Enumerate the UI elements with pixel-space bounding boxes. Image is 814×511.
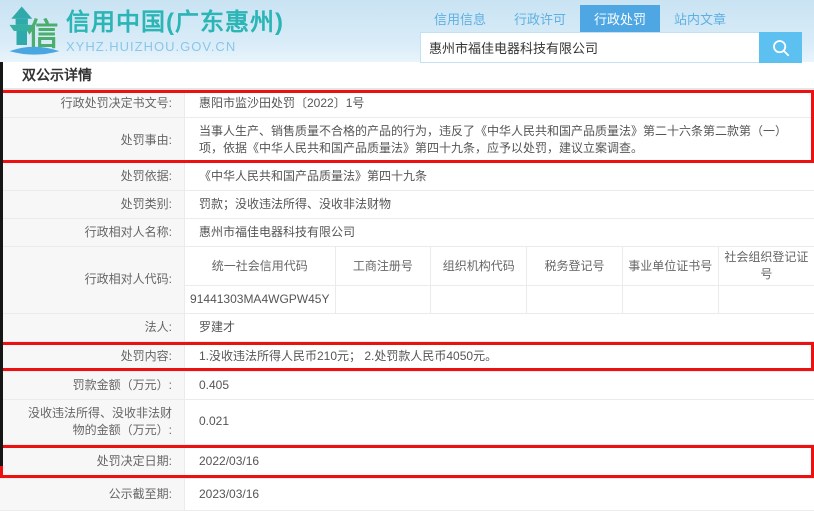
nav-tabs: 信用信息 行政许可 行政处罚 站内文章 bbox=[420, 4, 802, 32]
row-value: 《中华人民共和国产品质量法》第四十九条 bbox=[199, 169, 428, 183]
table-row: 法人: 罗建才 bbox=[0, 313, 814, 342]
site-logo-icon: 信 bbox=[9, 6, 60, 55]
site-url: XYHZ.HUIZHOU.GOV.CN bbox=[66, 39, 237, 54]
code-col-header: 税务登记号 bbox=[526, 247, 623, 286]
code-cell bbox=[430, 285, 527, 313]
page-title: 双公示详情 bbox=[22, 67, 92, 83]
table-row: 处罚依据: 《中华人民共和国产品质量法》第四十九条 bbox=[0, 163, 814, 191]
row-label: 公示截至期: bbox=[0, 478, 185, 510]
brand-text: 信用中国(广东惠州) XYHZ.HUIZHOU.GOV.CN bbox=[66, 8, 284, 54]
code-cell bbox=[526, 285, 623, 313]
table-row: 没收违法所得、没收非法财物的金额（万元）: 0.021 bbox=[0, 399, 814, 445]
entity-code-table: 统一社会信用代码 工商注册号 组织机构代码 税务登记号 事业单位证书号 社会组织… bbox=[185, 247, 814, 313]
row-value: 罚款；没收违法所得、没收非法财物 bbox=[199, 197, 392, 211]
code-col-header: 事业单位证书号 bbox=[621, 247, 719, 286]
row-value: 0.021 bbox=[199, 414, 230, 428]
code-cell bbox=[334, 285, 431, 313]
table-row: 处罚类别: 罚款；没收违法所得、没收非法财物 bbox=[0, 191, 814, 219]
table-row: 行政处罚决定书文号: 惠阳市监沙田处罚〔2022〕1号 bbox=[0, 90, 814, 118]
row-value: 2023/03/16 bbox=[199, 486, 260, 501]
tab-site-articles[interactable]: 站内文章 bbox=[660, 5, 740, 32]
row-label: 处罚类别: bbox=[0, 191, 185, 218]
search-input[interactable] bbox=[420, 32, 759, 63]
annotation-box-penalty-content: 处罚内容: 1.没收违法所得人民币210元； 2.处罚款人民币4050元。 bbox=[0, 341, 814, 372]
code-col-header: 工商注册号 bbox=[334, 247, 431, 286]
tab-admin-penalty[interactable]: 行政处罚 bbox=[580, 4, 661, 32]
table-row: 行政相对人名称: 惠州市福佳电器科技有限公司 bbox=[0, 219, 814, 247]
row-value: 1.没收违法所得人民币210元； 2.处罚款人民币4050元。 bbox=[199, 348, 498, 363]
row-label: 处罚事由: bbox=[0, 118, 185, 162]
table-row: 处罚事由: 当事人生产、销售质量不合格的产品的行为，违反了《中华人民共和国产品质… bbox=[0, 118, 814, 163]
table-row: 罚款金额（万元）: 0.405 bbox=[0, 371, 814, 400]
section-bar: 双公示详情 bbox=[0, 62, 814, 90]
row-label: 处罚决定日期: bbox=[0, 444, 185, 478]
code-col-header: 统一社会信用代码 bbox=[185, 247, 335, 286]
table-row: 公示截至期: 2023/03/16 bbox=[0, 478, 814, 511]
site-title: 信用中国(广东惠州) bbox=[66, 9, 284, 36]
row-value: 统一社会信用代码 工商注册号 组织机构代码 税务登记号 事业单位证书号 社会组织… bbox=[185, 247, 814, 313]
table-row-entity-codes: 行政相对人代码: 统一社会信用代码 工商注册号 组织机构代码 税务登记号 事业单… bbox=[0, 247, 814, 314]
penalty-detail-table: 行政处罚决定书文号: 惠阳市监沙田处罚〔2022〕1号 处罚事由: 当事人生产、… bbox=[0, 90, 814, 511]
row-value: 罗建才 bbox=[199, 319, 236, 334]
row-label: 行政处罚决定书文号: bbox=[0, 90, 185, 117]
code-col-header: 社会组织登记证号 bbox=[717, 247, 814, 286]
code-cell bbox=[621, 285, 719, 313]
code-cell bbox=[717, 285, 814, 313]
search-icon bbox=[772, 39, 789, 56]
row-label: 处罚依据: bbox=[0, 163, 185, 190]
row-label: 行政相对人名称: bbox=[0, 219, 185, 246]
site-header: 信 信用中国(广东惠州) XYHZ.HUIZHOU.GOV.CN 信用信息 行政… bbox=[0, 0, 814, 63]
site-brand: 信 信用中国(广东惠州) XYHZ.HUIZHOU.GOV.CN bbox=[6, 3, 284, 59]
row-value: 惠阳市监沙田处罚〔2022〕1号 bbox=[199, 96, 365, 110]
annotation-box-decision-and-reason: 行政处罚决定书文号: 惠阳市监沙田处罚〔2022〕1号 处罚事由: 当事人生产、… bbox=[0, 90, 814, 163]
row-label: 行政相对人代码: bbox=[0, 247, 185, 313]
code-cell-unified-social-credit: 91441303MA4WGPW45Y bbox=[190, 291, 330, 306]
tab-credit-info[interactable]: 信用信息 bbox=[420, 5, 500, 32]
window-edge-line bbox=[0, 62, 3, 466]
code-col-header: 组织机构代码 bbox=[430, 247, 527, 286]
row-value: 0.405 bbox=[199, 377, 230, 392]
row-label: 处罚内容: bbox=[0, 341, 185, 371]
tab-admin-license[interactable]: 行政许可 bbox=[500, 5, 580, 32]
search-button[interactable] bbox=[759, 32, 802, 63]
row-value: 惠州市福佳电器科技有限公司 bbox=[199, 225, 356, 239]
row-label: 没收违法所得、没收非法财物的金额（万元）: bbox=[0, 399, 185, 444]
row-value: 当事人生产、销售质量不合格的产品的行为，违反了《中华人民共和国产品质量法》第二十… bbox=[199, 124, 788, 155]
header-right: 信用信息 行政许可 行政处罚 站内文章 bbox=[420, 4, 802, 63]
search-bar bbox=[420, 32, 802, 63]
row-value: 2022/03/16 bbox=[199, 453, 260, 468]
annotation-box-decision-date: 处罚决定日期: 2022/03/16 bbox=[0, 444, 814, 479]
row-label: 罚款金额（万元）: bbox=[0, 371, 185, 399]
row-label: 法人: bbox=[0, 313, 185, 341]
